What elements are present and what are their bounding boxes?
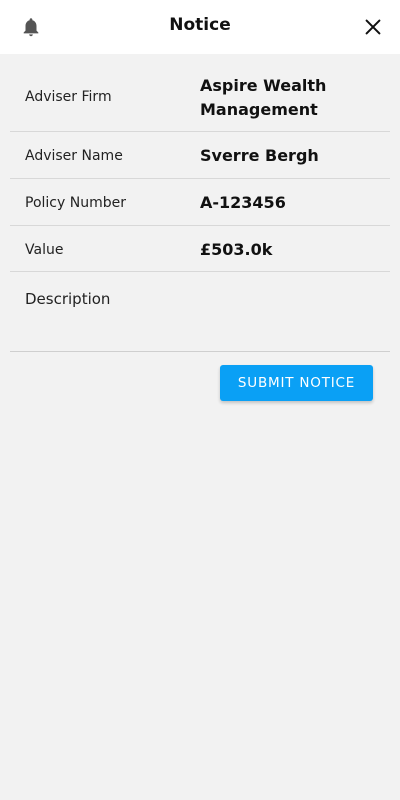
detail-value: Aspire Wealth Management [200,76,327,119]
detail-label: Value [25,242,64,258]
detail-value: Sverre Bergh [200,146,319,165]
submit-notice-button[interactable]: SUBMIT NOTICE [220,365,373,401]
close-icon[interactable] [362,16,384,38]
detail-label: Adviser Firm [25,89,112,105]
detail-value: £503.0k [200,240,273,259]
detail-label: Policy Number [25,195,126,211]
detail-row-adviser-firm: Adviser Firm Aspire Wealth Management [10,54,390,132]
description-label: Description [25,290,111,308]
detail-label: Adviser Name [25,148,123,164]
detail-value: A-123456 [200,193,286,212]
detail-row-policy-number: Policy Number A-123456 [10,179,390,226]
page-title: Notice [169,15,231,35]
detail-row-adviser-name: Adviser Name Sverre Bergh [10,132,390,179]
detail-row-value: Value £503.0k [10,226,390,272]
app-header: Notice [0,0,400,54]
notice-details: Adviser Firm Aspire Wealth Management Ad… [10,54,390,272]
description-field[interactable]: Description [10,272,390,352]
